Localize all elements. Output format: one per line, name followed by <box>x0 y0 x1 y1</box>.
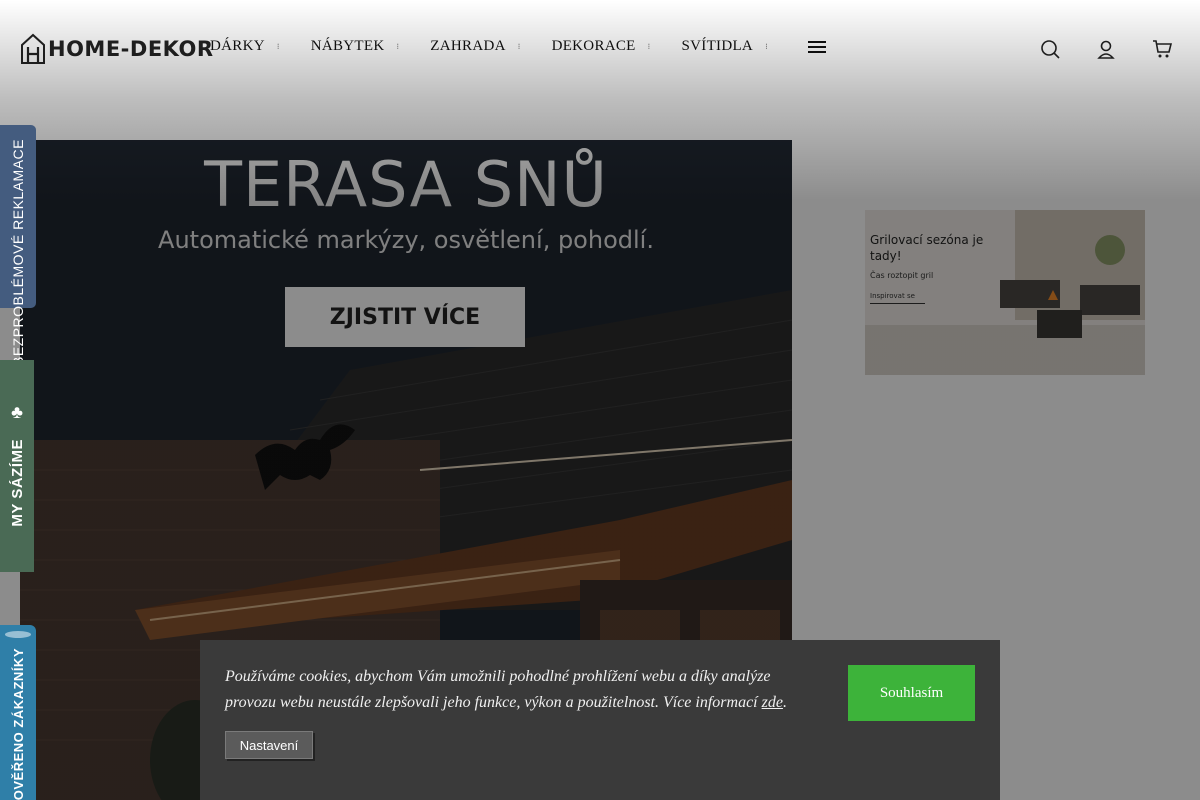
chevron-down-icon: ⁝ <box>276 42 280 51</box>
hero-subtitle: Automatické markýzy, osvětlení, pohodlí. <box>158 226 654 254</box>
hero-title: TERASA SNŮ <box>204 148 608 221</box>
cookie-settings-button[interactable]: Nastavení <box>225 731 313 759</box>
logo-text: HOME-DEKOR <box>48 37 214 61</box>
badge-icon <box>5 631 31 638</box>
cart-icon[interactable] <box>1152 38 1172 60</box>
search-icon[interactable] <box>1040 38 1060 60</box>
page: HOME-DEKOR DÁRKY ⁝ NÁBYTEK ⁝ ZAHRADA ⁝ D… <box>0 0 1200 800</box>
nav-label: DÁRKY <box>210 38 265 54</box>
cookie-message: Používáme cookies, abychom Vám umožnili … <box>225 668 771 711</box>
chevron-down-icon: ⁝ <box>765 42 768 51</box>
chevron-down-icon: ⁝ <box>517 42 521 51</box>
promo-title: Grilovací sezóna je tady! <box>870 233 984 263</box>
side-tab-overeno[interactable]: OVĚŘENO ZÁKAZNÍKY <box>0 625 36 800</box>
nav-label: SVÍTIDLA <box>681 38 754 54</box>
promo-banner[interactable]: Grilovací sezóna je tady! Čas roztopit g… <box>865 210 1145 375</box>
side-tab-label: OVĚŘENO ZÁKAZNÍKY <box>10 647 26 800</box>
cookie-text-end: . <box>782 694 787 711</box>
hero-cta-button[interactable]: ZJISTIT VÍCE <box>285 287 525 347</box>
nav-item-darky[interactable]: DÁRKY ⁝ <box>210 38 280 55</box>
nav-label: ZAHRADA <box>430 38 506 54</box>
nav-item-dekorace[interactable]: DEKORACE ⁝ <box>552 38 651 55</box>
menu-icon[interactable] <box>807 40 826 53</box>
logo[interactable]: HOME-DEKOR <box>20 33 214 65</box>
cookie-text: Používáme cookies, abychom Vám umožnili … <box>225 664 825 716</box>
promo-link[interactable]: Inspirovat se <box>870 292 925 304</box>
nav-label: NÁBYTEK <box>310 38 385 54</box>
side-tab-label: BEZPROBLÉMOVÉ REKLAMACE <box>10 139 26 367</box>
side-tab-sazime[interactable]: ♣ MY SÁZÍME <box>0 360 34 572</box>
side-tab-reklamace[interactable]: BEZPROBLÉMOVÉ REKLAMACE <box>0 125 36 366</box>
chevron-down-icon: ⁝ <box>647 42 651 51</box>
cookie-more-link[interactable]: zde <box>762 694 783 711</box>
accept-cookies-button[interactable]: Souhlasím <box>848 665 975 721</box>
cookie-bar: Používáme cookies, abychom Vám umožnili … <box>200 640 1000 800</box>
nav-label: DEKORACE <box>551 38 636 54</box>
promo-subtitle: Čas roztopit gril <box>870 271 934 280</box>
nav-item-svitidla[interactable]: SVÍTIDLA ⁝ <box>682 38 768 55</box>
chevron-down-icon: ⁝ <box>396 42 400 51</box>
main-nav: DÁRKY ⁝ NÁBYTEK ⁝ ZAHRADA ⁝ DEKORACE ⁝ S… <box>210 38 826 55</box>
site-header: HOME-DEKOR DÁRKY ⁝ NÁBYTEK ⁝ ZAHRADA ⁝ D… <box>0 0 1200 100</box>
nav-item-nabytek[interactable]: NÁBYTEK ⁝ <box>311 38 400 55</box>
header-icons <box>1040 38 1172 60</box>
house-logo-icon <box>21 33 45 64</box>
user-icon[interactable] <box>1096 38 1116 60</box>
tree-icon: ♣ <box>11 402 23 422</box>
nav-item-zahrada[interactable]: ZAHRADA ⁝ <box>430 38 520 55</box>
side-tab-label: MY SÁZÍME <box>8 439 26 527</box>
